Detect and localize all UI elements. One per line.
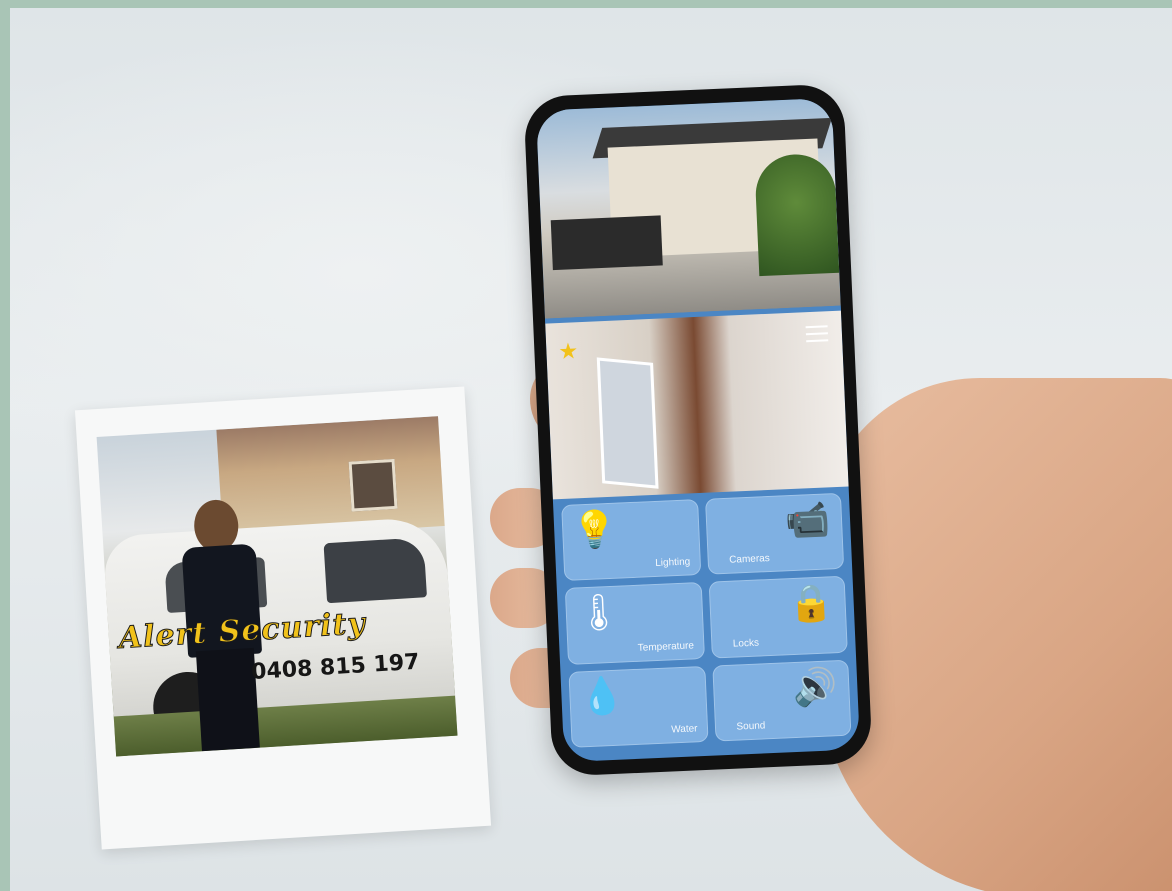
tile-label: Temperature — [637, 640, 695, 654]
phone-screen: ★ 💡 Lighting 📹 Cameras 🌡 Temperature 🔒 L… — [535, 97, 861, 763]
tile-label: Cameras — [728, 553, 771, 567]
lightbulb-icon: 💡 — [571, 507, 618, 551]
thermometer-icon: 🌡 — [574, 590, 623, 634]
technician-photo: Alert Security 0408 815 197 — [96, 416, 458, 757]
camera-feed-exterior[interactable] — [535, 97, 841, 324]
smartphone: ★ 💡 Lighting 📹 Cameras 🌡 Temperature 🔒 L… — [523, 83, 873, 777]
tile-lighting[interactable]: 💡 Lighting — [561, 499, 701, 582]
menu-icon[interactable] — [805, 325, 829, 343]
tile-locks[interactable]: 🔒 Locks — [708, 576, 848, 659]
tile-label: Sound — [736, 720, 766, 733]
control-grid: 💡 Lighting 📹 Cameras 🌡 Temperature 🔒 Loc… — [561, 492, 852, 748]
water-drop-icon: 💧 — [578, 674, 626, 718]
star-icon[interactable]: ★ — [558, 338, 579, 365]
background-scene: Alert Security 0408 815 197 ★ 💡 Lighting… — [10, 8, 1172, 891]
speaker-icon: 🔊 — [791, 664, 839, 708]
camera-icon: 📹 — [784, 498, 831, 542]
tile-cameras[interactable]: 📹 Cameras — [704, 492, 845, 576]
polaroid-photo: Alert Security 0408 815 197 — [74, 386, 492, 850]
tile-label: Lighting — [655, 556, 691, 570]
tile-temperature[interactable]: 🌡 Temperature — [564, 582, 705, 665]
camera-feed-hallway[interactable]: ★ — [545, 310, 849, 500]
tile-label: Water — [671, 723, 698, 736]
tile-water[interactable]: 💧 Water — [568, 665, 709, 748]
tile-label: Locks — [732, 637, 760, 650]
lock-icon: 🔒 — [787, 581, 835, 625]
tile-sound[interactable]: 🔊 Sound — [711, 659, 852, 742]
